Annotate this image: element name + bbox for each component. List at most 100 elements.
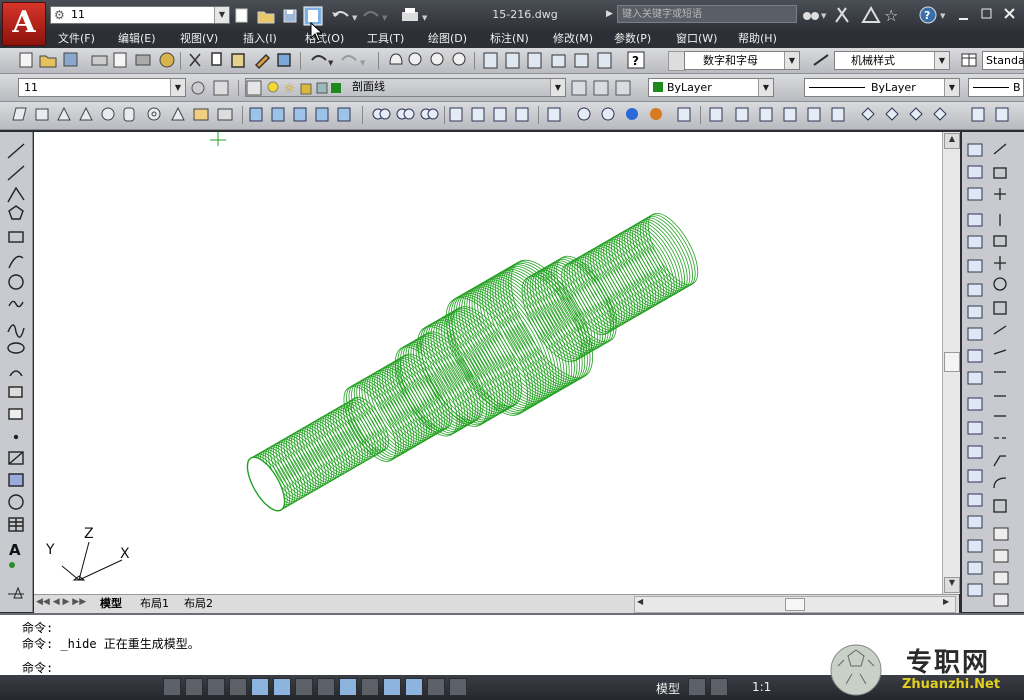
cut-icon[interactable] bbox=[189, 53, 201, 67]
scroll-right-button[interactable]: ▶ bbox=[943, 597, 949, 606]
workspace-dropdown[interactable]: ⚙ 11 ▼ bbox=[50, 6, 230, 24]
grid-display-toggle[interactable] bbox=[207, 678, 225, 696]
extrude-icon[interactable] bbox=[249, 107, 263, 122]
new-file-icon[interactable] bbox=[235, 8, 248, 23]
scale-icon[interactable] bbox=[993, 301, 1007, 315]
layer-dropdown[interactable]: 剖面线 bbox=[336, 78, 566, 97]
object-snap-tracking-toggle[interactable] bbox=[317, 678, 335, 696]
table-style-dropdown[interactable]: Standa bbox=[982, 51, 1024, 70]
layer-properties-icon[interactable] bbox=[246, 80, 262, 96]
zoom-realtime-icon[interactable] bbox=[408, 52, 422, 66]
hidden-style-icon[interactable] bbox=[601, 107, 615, 121]
group-icon[interactable] bbox=[993, 571, 1009, 585]
help-dropdown-icon[interactable]: ▼ bbox=[940, 12, 946, 20]
gear-icon[interactable] bbox=[191, 81, 205, 95]
vertical-scrollbar[interactable]: ▲ ▼ bbox=[942, 132, 960, 594]
quick-properties-toggle[interactable] bbox=[427, 678, 445, 696]
quick-view-layouts-button[interactable] bbox=[688, 678, 706, 696]
spline-icon[interactable] bbox=[7, 324, 25, 338]
solid-edit-icon[interactable] bbox=[967, 583, 983, 597]
polygon-icon[interactable] bbox=[8, 205, 24, 220]
menu-edit[interactable]: 编辑(E) bbox=[118, 30, 156, 48]
conceptual-style-icon[interactable] bbox=[650, 108, 662, 120]
search-expand-icon[interactable]: ▶ bbox=[606, 9, 613, 19]
copy-faces-icon[interactable] bbox=[967, 349, 983, 363]
stretch-icon[interactable] bbox=[993, 325, 1007, 335]
shell-icon[interactable] bbox=[967, 515, 983, 529]
3d-array-icon[interactable] bbox=[515, 107, 529, 122]
menu-insert[interactable]: 插入(I) bbox=[243, 30, 277, 48]
open-file-icon[interactable] bbox=[257, 11, 275, 24]
array-icon[interactable] bbox=[993, 235, 1007, 247]
search-dropdown-icon[interactable]: ▼ bbox=[821, 12, 827, 20]
view-bottom-icon[interactable] bbox=[735, 107, 749, 122]
rotate-icon[interactable] bbox=[993, 277, 1007, 291]
make-object-layer-current-icon[interactable] bbox=[571, 80, 587, 96]
paste-icon[interactable] bbox=[231, 53, 245, 68]
tab-layout2[interactable]: 布局2 bbox=[184, 596, 213, 612]
annotation-scale[interactable]: 1:1 bbox=[752, 680, 771, 694]
dynamic-ucs-toggle[interactable] bbox=[339, 678, 357, 696]
chamfer-icon[interactable] bbox=[993, 455, 1006, 467]
menu-modify[interactable]: 修改(M) bbox=[553, 30, 593, 48]
presspull-icon[interactable] bbox=[271, 107, 285, 122]
help-icon[interactable]: ? bbox=[919, 6, 937, 24]
copy-icon[interactable] bbox=[993, 167, 1007, 179]
undo-icon[interactable] bbox=[311, 55, 327, 61]
delete-faces-icon[interactable] bbox=[967, 283, 983, 297]
move-icon[interactable] bbox=[994, 256, 1006, 270]
properties-icon[interactable] bbox=[483, 52, 498, 69]
dim-style-dropdown[interactable]: 机械样式 ▼ bbox=[834, 51, 950, 70]
sw-isometric-icon[interactable] bbox=[861, 107, 875, 121]
lineweight-toggle[interactable] bbox=[383, 678, 401, 696]
infer-constraints-toggle[interactable] bbox=[163, 678, 181, 696]
polysolid-icon[interactable] bbox=[12, 107, 27, 121]
clean-icon[interactable] bbox=[967, 469, 983, 483]
ungroup-icon[interactable] bbox=[993, 593, 1009, 607]
match-properties-icon[interactable] bbox=[254, 53, 271, 70]
scroll-thumb[interactable] bbox=[944, 352, 960, 372]
zoom-window-icon[interactable] bbox=[430, 52, 444, 66]
command-prompt[interactable]: 命令: bbox=[22, 659, 53, 676]
model-space-label[interactable]: 模型 bbox=[656, 680, 680, 697]
favorites-star-icon[interactable]: ☆ bbox=[884, 6, 898, 25]
layer-thaw-sun-icon[interactable]: ☼ bbox=[283, 81, 296, 97]
visual-styles-manager-icon[interactable] bbox=[677, 107, 691, 122]
offset-faces-icon[interactable] bbox=[967, 259, 983, 273]
save-icon[interactable] bbox=[63, 52, 78, 67]
rectangle-icon[interactable] bbox=[8, 231, 24, 243]
pyramid-icon[interactable] bbox=[171, 106, 185, 121]
wedge-icon[interactable] bbox=[57, 106, 71, 121]
text-style-dropdown[interactable]: 数字和字母 ▼ bbox=[684, 51, 800, 70]
horizontal-scroll-thumb[interactable] bbox=[785, 598, 805, 611]
check-icon[interactable] bbox=[967, 539, 983, 553]
trim-icon[interactable] bbox=[993, 349, 1007, 355]
restore-icon[interactable] bbox=[981, 8, 992, 19]
plot-icon[interactable] bbox=[91, 55, 108, 66]
se-isometric-icon[interactable] bbox=[885, 107, 899, 121]
view-right-icon[interactable] bbox=[783, 107, 797, 122]
move-faces-icon[interactable] bbox=[967, 235, 983, 249]
publish-icon[interactable] bbox=[135, 54, 151, 66]
copy-icon[interactable] bbox=[211, 52, 222, 66]
extrude-faces-icon[interactable] bbox=[967, 213, 983, 227]
separate-icon[interactable] bbox=[967, 493, 983, 507]
camera-icon[interactable] bbox=[995, 107, 1009, 122]
pan-view-icon[interactable] bbox=[8, 586, 24, 599]
plot-preview-icon[interactable] bbox=[113, 52, 127, 68]
polyline-icon[interactable] bbox=[7, 186, 25, 203]
menu-dimension[interactable]: 标注(N) bbox=[490, 30, 529, 48]
dynamic-input-toggle[interactable] bbox=[361, 678, 379, 696]
named-views-icon[interactable] bbox=[971, 107, 985, 122]
sphere-icon[interactable] bbox=[101, 107, 115, 121]
2d-wireframe-icon[interactable] bbox=[547, 107, 561, 122]
revolve-icon[interactable] bbox=[315, 107, 329, 122]
quick-view-drawings-button[interactable] bbox=[710, 678, 728, 696]
construction-line-icon[interactable] bbox=[7, 165, 25, 181]
quickcalc-icon[interactable] bbox=[597, 52, 612, 69]
object-snap-toggle[interactable] bbox=[273, 678, 291, 696]
planar-surface-icon[interactable] bbox=[217, 108, 233, 121]
menu-tools[interactable]: 工具(T) bbox=[367, 30, 404, 48]
maximize-viewport-icon[interactable] bbox=[213, 80, 229, 96]
view-back-icon[interactable] bbox=[831, 107, 845, 122]
